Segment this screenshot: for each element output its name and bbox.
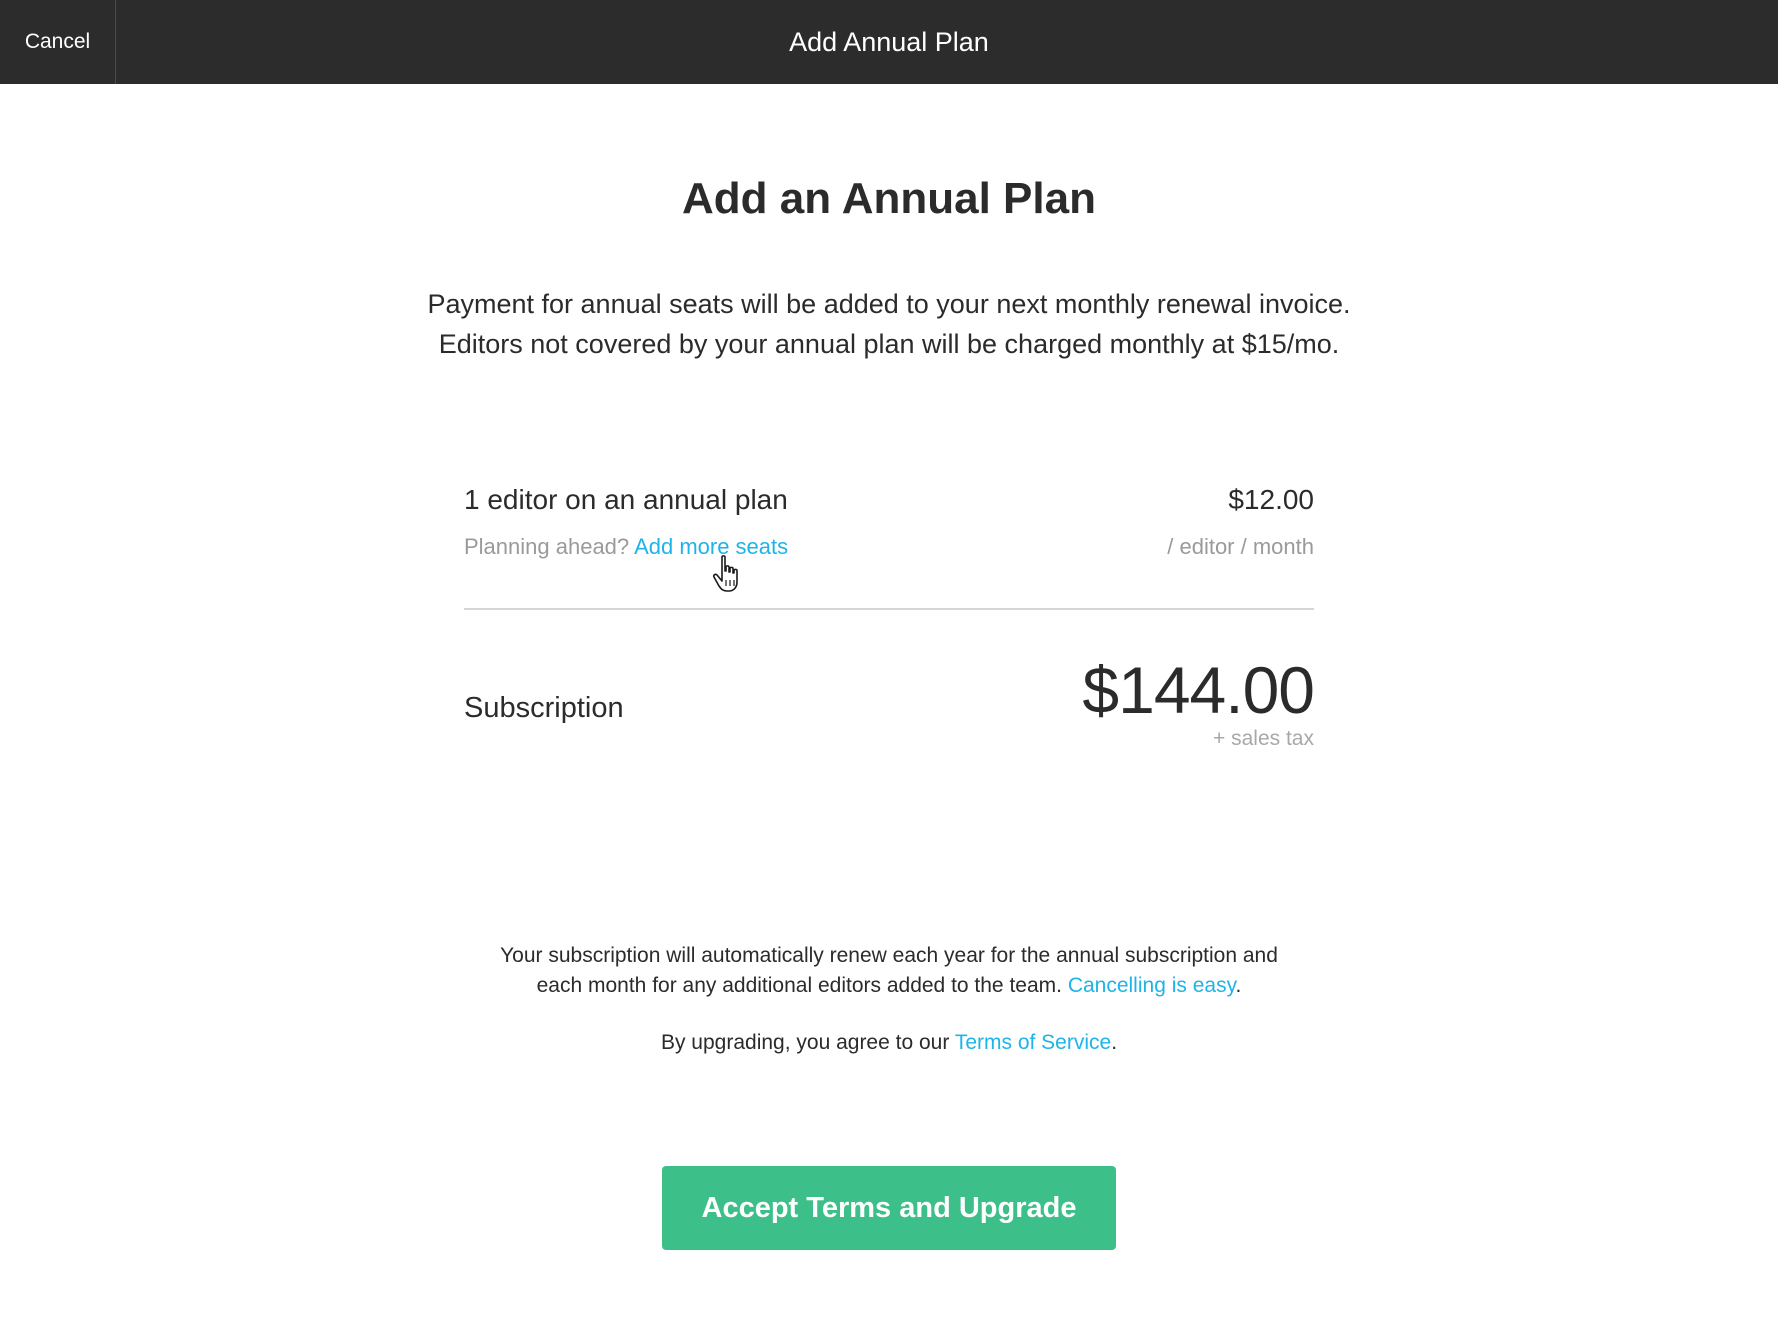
renewal-notice: Your subscription will automatically ren…	[0, 941, 1778, 1001]
dialog-title: Add Annual Plan	[789, 27, 989, 57]
tos-suffix: .	[1111, 1031, 1118, 1054]
page-title: Add an Annual Plan	[682, 174, 1096, 223]
subscription-label: Subscription	[464, 692, 624, 724]
renewal-line-1: Your subscription will automatically ren…	[500, 944, 1278, 967]
tos-prefix: By upgrading, you agree to our	[660, 1031, 950, 1054]
renewal-line-2-text: each month for any additional editors ad…	[536, 974, 1062, 997]
planning-ahead-prefix: Planning ahead?	[464, 534, 630, 559]
plan-label: 1 editor on an annual plan	[464, 484, 788, 515]
intro-line-1: Payment for annual seats will be added t…	[427, 289, 1351, 319]
intro-text: Payment for annual seats will be added t…	[0, 284, 1778, 364]
intro-line-2: Editors not covered by your annual plan …	[438, 329, 1340, 359]
top-bar: Cancel Add Annual Plan	[0, 0, 1778, 84]
terms-notice: By upgrading, you agree to our Terms of …	[0, 1031, 1778, 1055]
renewal-period: .	[1235, 974, 1242, 997]
subscription-price: $144.00	[1082, 653, 1315, 727]
plan-price: $12.00	[1228, 484, 1314, 515]
price-unit: / editor / month	[1167, 534, 1314, 559]
accept-terms-and-upgrade-button[interactable]: Accept Terms and Upgrade	[662, 1166, 1116, 1250]
renewal-line-2: each month for any additional editors ad…	[0, 971, 1778, 1001]
cancelling-is-easy-link[interactable]: Cancelling is easy	[1068, 974, 1236, 997]
divider	[464, 608, 1314, 610]
terms-of-service-link[interactable]: Terms of Service	[955, 1031, 1111, 1054]
sales-tax-note: + sales tax	[1213, 727, 1314, 750]
hand-pointer-icon	[712, 555, 738, 592]
